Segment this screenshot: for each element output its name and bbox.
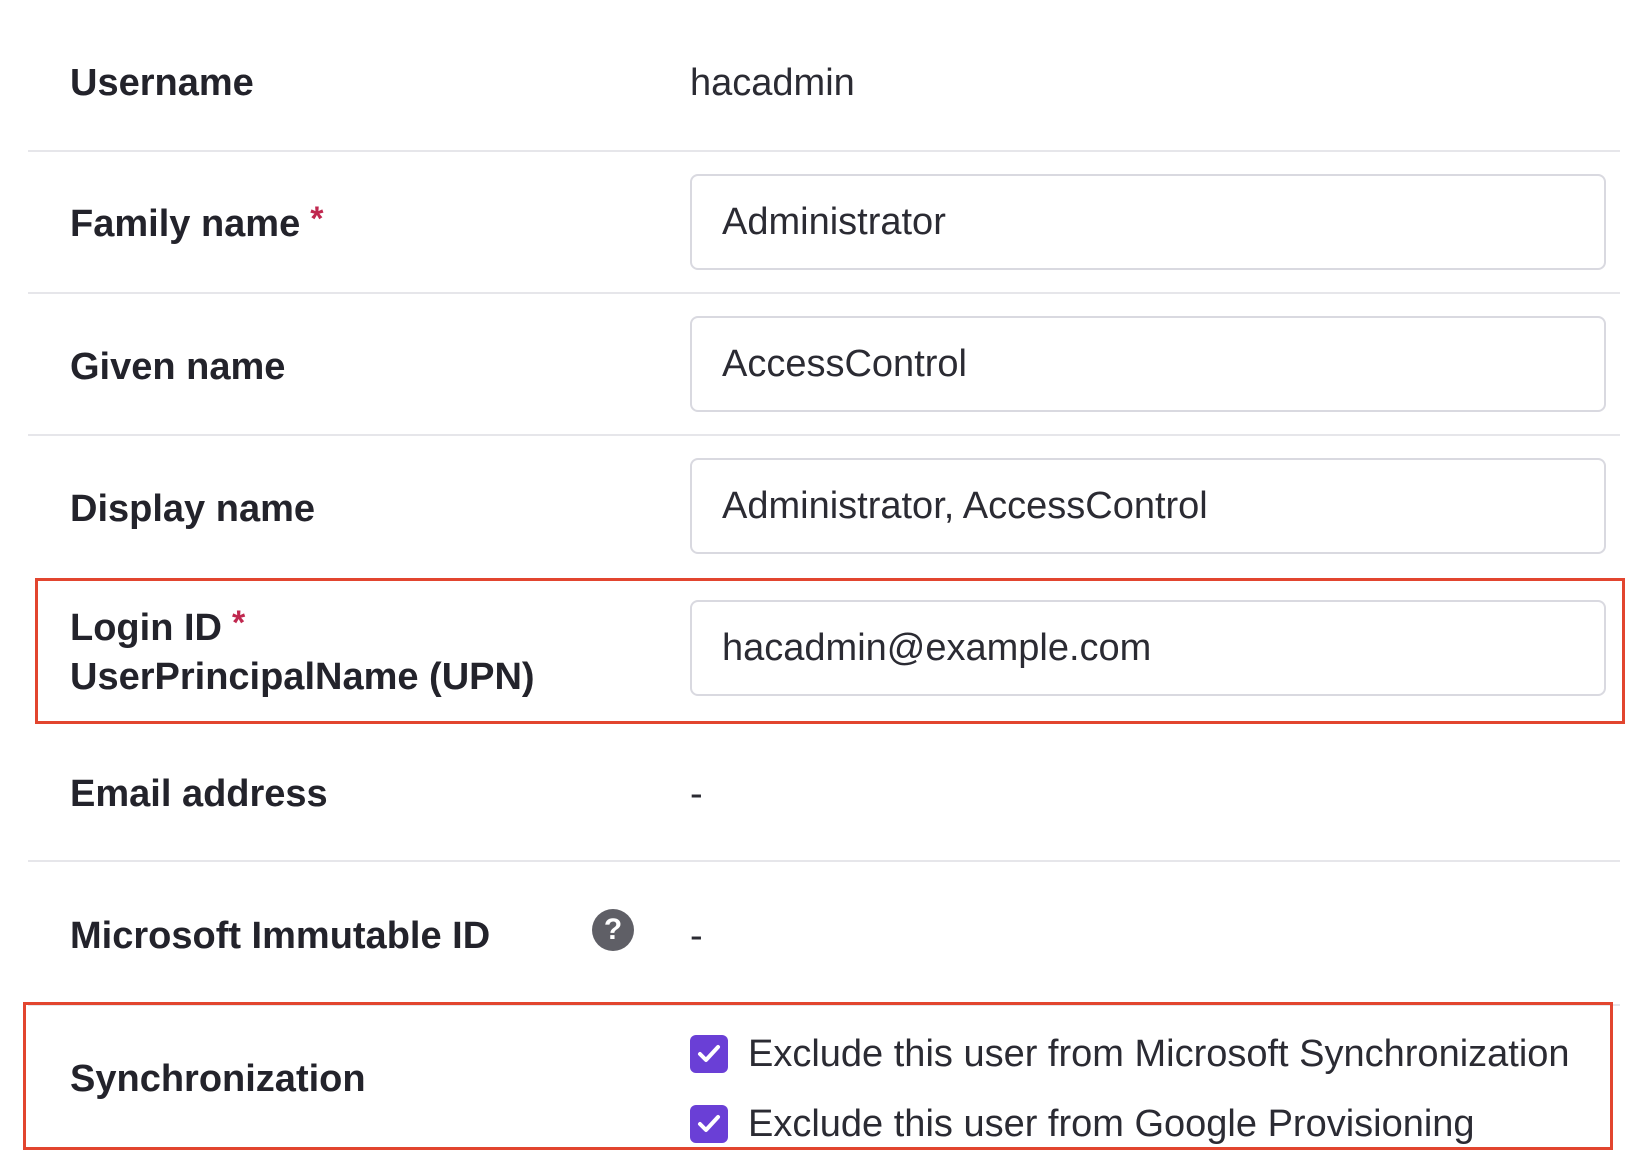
required-mark: * [310, 200, 324, 238]
login-id-input[interactable] [690, 600, 1606, 696]
email-label: Email address [70, 773, 328, 815]
synchronization-label: Synchronization [70, 1058, 366, 1100]
upn-label: UserPrincipalName (UPN) [70, 656, 535, 698]
exclude-google-provisioning-checkbox[interactable] [690, 1105, 728, 1143]
login-id-label-text: Login ID [70, 607, 222, 649]
given-name-input[interactable] [690, 316, 1606, 412]
divider [28, 860, 1620, 862]
question-circle-icon[interactable]: ? [592, 909, 634, 951]
display-name-label: Display name [70, 488, 315, 530]
divider [28, 150, 1620, 152]
exclude-microsoft-sync-checkbox[interactable] [690, 1035, 728, 1073]
given-name-label: Given name [70, 346, 286, 388]
checkmark-icon [698, 1115, 720, 1132]
family-name-label-text: Family name [70, 203, 301, 245]
exclude-microsoft-sync-label[interactable]: Exclude this user from Microsoft Synchro… [748, 1035, 1570, 1073]
divider [28, 292, 1620, 294]
username-label: Username [70, 62, 254, 104]
family-name-label: Family name * [70, 202, 323, 245]
family-name-input[interactable] [690, 174, 1606, 270]
exclude-google-provisioning-label[interactable]: Exclude this user from Google Provisioni… [748, 1105, 1475, 1143]
email-value: - [690, 773, 703, 815]
immutable-id-value: - [690, 915, 703, 957]
divider [28, 434, 1620, 436]
display-name-input[interactable] [690, 458, 1606, 554]
login-id-label: Login ID * [70, 606, 245, 649]
required-mark: * [231, 604, 246, 642]
username-value: hacadmin [690, 62, 855, 104]
immutable-id-label: Microsoft Immutable ID [70, 915, 491, 957]
checkmark-icon [698, 1045, 720, 1062]
